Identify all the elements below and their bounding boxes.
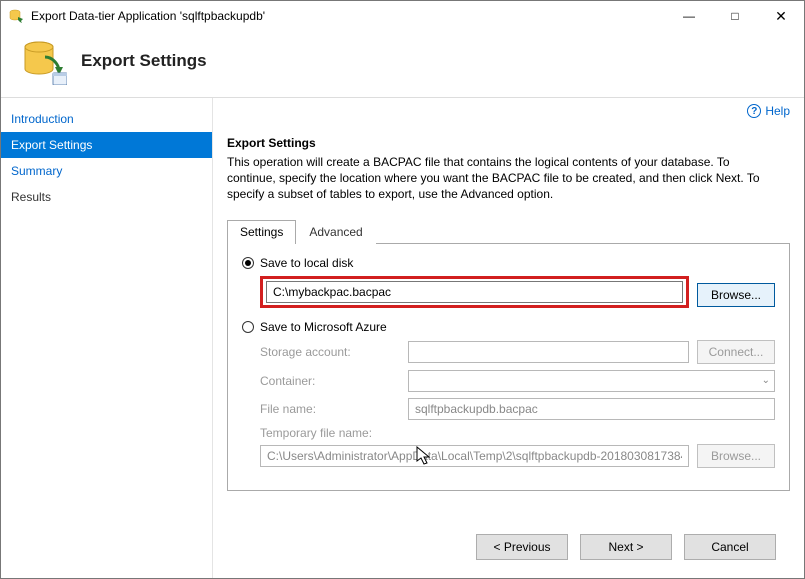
connect-button: Connect... xyxy=(697,340,775,364)
container-row: Container: ⌄ xyxy=(260,370,775,392)
previous-button[interactable]: < Previous xyxy=(476,534,568,560)
maximize-button[interactable]: □ xyxy=(712,1,758,31)
app-icon xyxy=(9,8,25,24)
browse-local-button[interactable]: Browse... xyxy=(697,283,775,307)
wizard-window: Export Data-tier Application 'sqlftpback… xyxy=(0,0,805,579)
nav-summary[interactable]: Summary xyxy=(1,158,212,184)
next-button[interactable]: Next > xyxy=(580,534,672,560)
browse-temp-button: Browse... xyxy=(697,444,775,468)
storage-account-row: Storage account: Connect... xyxy=(260,340,775,364)
storage-account-input xyxy=(408,341,689,363)
radio-save-local[interactable]: Save to local disk xyxy=(242,256,775,270)
database-export-icon xyxy=(19,37,67,85)
minimize-button[interactable]: — xyxy=(666,1,712,31)
container-label: Container: xyxy=(260,374,400,388)
local-path-row: Browse... xyxy=(260,276,775,314)
chevron-down-icon: ⌄ xyxy=(762,375,770,386)
temp-filename-label: Temporary file name: xyxy=(260,426,775,440)
radio-icon xyxy=(242,321,254,333)
wizard-body: Introduction Export Settings Summary Res… xyxy=(1,98,804,578)
temp-filename-row: Browse... xyxy=(260,444,775,468)
radio-save-local-label: Save to local disk xyxy=(260,256,353,270)
nav-export-settings[interactable]: Export Settings xyxy=(1,132,212,158)
radio-save-azure-label: Save to Microsoft Azure xyxy=(260,320,387,334)
help-icon: ? xyxy=(747,104,761,118)
wizard-header: Export Settings xyxy=(1,31,804,97)
window-controls: — □ ✕ xyxy=(666,1,804,31)
radio-save-azure[interactable]: Save to Microsoft Azure xyxy=(242,320,775,334)
tab-content-settings: Save to local disk Browse... Save to Mic… xyxy=(227,244,790,491)
tab-settings[interactable]: Settings xyxy=(227,220,296,244)
tab-advanced[interactable]: Advanced xyxy=(296,220,375,244)
wizard-footer: < Previous Next > Cancel xyxy=(227,524,790,570)
wizard-nav: Introduction Export Settings Summary Res… xyxy=(1,98,213,578)
filename-input xyxy=(408,398,775,420)
temp-filename-input xyxy=(260,445,689,467)
storage-account-label: Storage account: xyxy=(260,345,400,359)
tab-strip: Settings Advanced xyxy=(227,219,790,244)
nav-results[interactable]: Results xyxy=(1,184,212,210)
close-button[interactable]: ✕ xyxy=(758,1,804,31)
help-link[interactable]: ? Help xyxy=(747,104,790,118)
cancel-button[interactable]: Cancel xyxy=(684,534,776,560)
main-panel: ? Help Export Settings This operation wi… xyxy=(213,98,804,578)
page-title: Export Settings xyxy=(81,51,207,71)
nav-introduction[interactable]: Introduction xyxy=(1,106,212,132)
section-description: This operation will create a BACPAC file… xyxy=(227,154,767,203)
help-label: Help xyxy=(765,104,790,118)
section-title: Export Settings xyxy=(227,136,790,150)
titlebar: Export Data-tier Application 'sqlftpback… xyxy=(1,1,804,31)
local-path-highlight xyxy=(260,276,689,308)
window-title: Export Data-tier Application 'sqlftpback… xyxy=(31,9,666,23)
radio-icon xyxy=(242,257,254,269)
filename-label: File name: xyxy=(260,402,400,416)
filename-row: File name: xyxy=(260,398,775,420)
local-path-input[interactable] xyxy=(266,281,683,303)
container-select: ⌄ xyxy=(408,370,775,392)
